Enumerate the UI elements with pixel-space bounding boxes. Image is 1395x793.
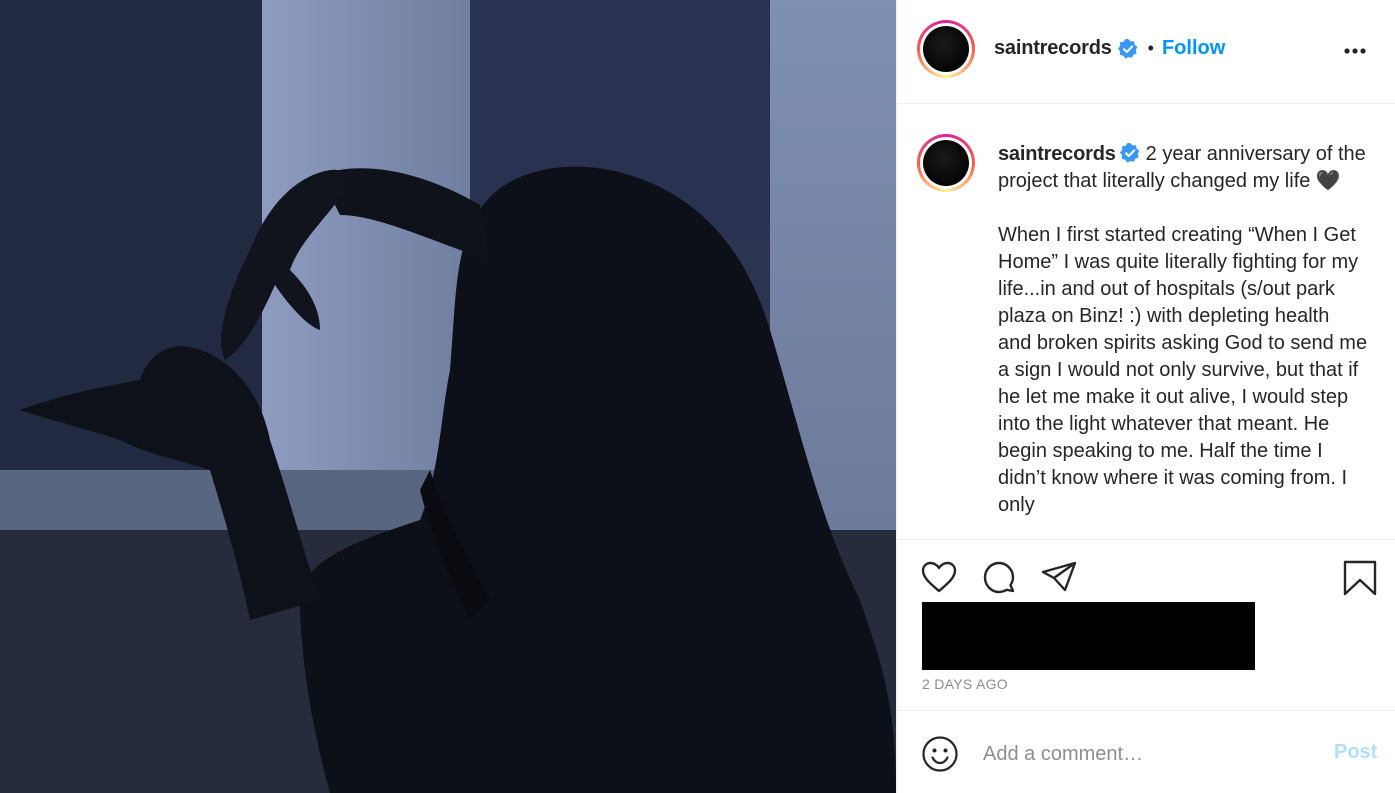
comment-bar: Post (897, 710, 1395, 793)
likes-redaction (922, 602, 1255, 670)
header-separator: • (1147, 38, 1154, 58)
comment-icon[interactable] (979, 558, 1019, 598)
post-photo[interactable] (0, 0, 896, 793)
post-photo-image (0, 0, 896, 793)
caption-verified-badge-icon (1119, 142, 1140, 163)
verified-badge-icon (1117, 38, 1138, 59)
comment-input[interactable] (981, 737, 1315, 771)
caption-avatar[interactable] (917, 134, 975, 192)
post-timestamp[interactable]: 2 DAYS AGO (922, 676, 1008, 692)
caption-text: saintrecords 2 year anniversary of the p… (998, 141, 1368, 539)
header-user: saintrecords • Follow (994, 37, 1225, 60)
caption-body: When I first started creating “When I Ge… (998, 224, 1368, 516)
header-username[interactable]: saintrecords (994, 37, 1112, 60)
share-icon[interactable] (1039, 558, 1079, 598)
caption-username[interactable]: saintrecords (998, 143, 1116, 165)
more-options-icon[interactable] (1342, 39, 1368, 63)
emoji-icon[interactable] (921, 735, 959, 773)
heart-icon[interactable] (919, 558, 959, 598)
action-bar (897, 540, 1395, 600)
post-header: saintrecords • Follow (897, 0, 1395, 104)
follow-button[interactable]: Follow (1162, 37, 1225, 60)
caption-area[interactable]: saintrecords 2 year anniversary of the p… (897, 104, 1395, 540)
bookmark-icon[interactable] (1340, 558, 1380, 598)
post-comment-button[interactable]: Post (1334, 741, 1377, 764)
avatar[interactable] (917, 20, 975, 78)
post-side-panel: saintrecords • Follow saintrecords 2 yea… (896, 0, 1395, 793)
